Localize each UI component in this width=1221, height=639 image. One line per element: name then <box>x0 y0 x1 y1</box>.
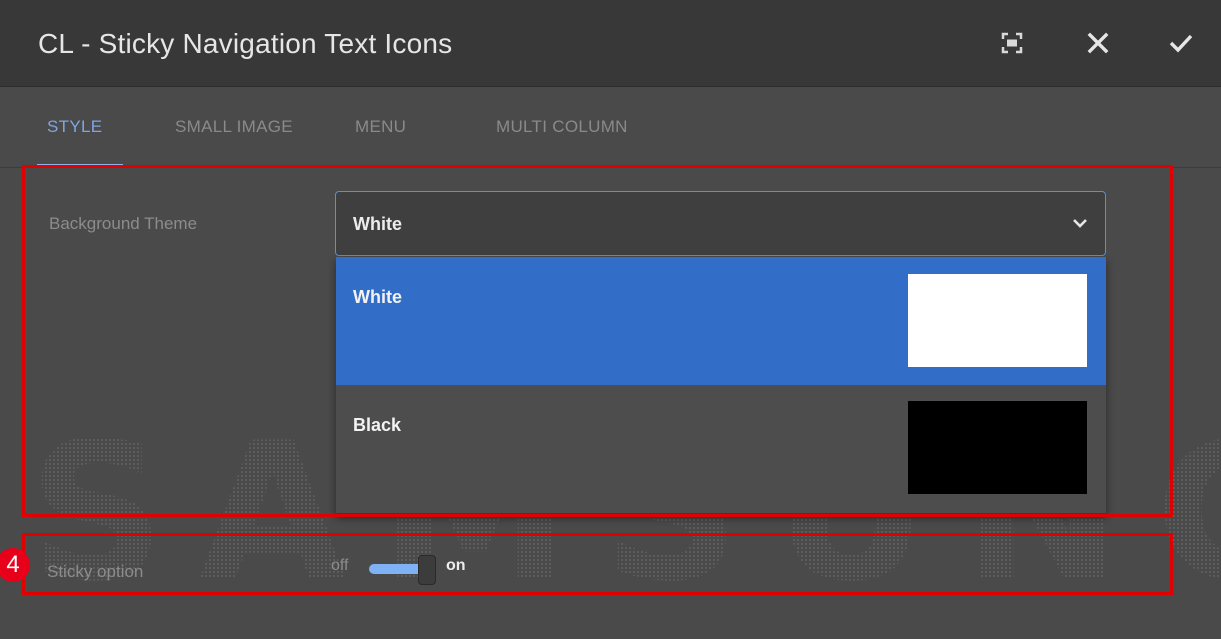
background-theme-select[interactable]: White <box>335 191 1106 256</box>
option-label: Black <box>353 415 402 435</box>
black-color-swatch <box>908 401 1087 494</box>
option-label: White <box>353 287 402 307</box>
close-icon <box>1087 32 1109 54</box>
background-theme-options: White Black <box>336 257 1106 514</box>
active-tab-indicator <box>37 164 123 167</box>
close-button[interactable] <box>1081 26 1115 60</box>
tab-small-image[interactable]: SMALL IMAGE <box>175 117 293 137</box>
tab-menu[interactable]: MENU <box>355 117 406 137</box>
confirm-button[interactable] <box>1164 26 1198 60</box>
chevron-down-icon <box>1073 219 1087 228</box>
highlight-box-sticky <box>22 533 1173 595</box>
white-color-swatch <box>908 274 1087 367</box>
fullscreen-icon <box>1001 32 1023 54</box>
tab-multi-column[interactable]: MULTI COLUMN <box>496 117 628 137</box>
background-theme-select-value: White <box>353 214 402 234</box>
dialog-titlebar: CL - Sticky Navigation Text Icons <box>0 0 1221 87</box>
fullscreen-button[interactable] <box>995 26 1029 60</box>
dialog: SAMSUNG CL - Sticky Navigation Text Icon… <box>0 0 1221 639</box>
step-number-badge: 4 <box>0 548 30 582</box>
tab-bar: STYLE SMALL IMAGE MENU MULTI COLUMN <box>0 87 1221 168</box>
sticky-option-toggle[interactable] <box>365 552 441 588</box>
dialog-title: CL - Sticky Navigation Text Icons <box>38 28 453 59</box>
toggle-track <box>369 564 425 574</box>
background-theme-label: Background Theme <box>49 214 198 233</box>
toggle-off-label: off <box>331 557 349 574</box>
toggle-on-label: on <box>446 557 466 574</box>
checkmark-icon <box>1169 34 1193 53</box>
toggle-knob[interactable] <box>418 555 436 585</box>
option-black[interactable]: Black <box>336 385 1106 513</box>
option-white[interactable]: White <box>336 257 1106 385</box>
tab-style[interactable]: STYLE <box>47 117 102 137</box>
sticky-option-label: Sticky option <box>47 562 144 581</box>
